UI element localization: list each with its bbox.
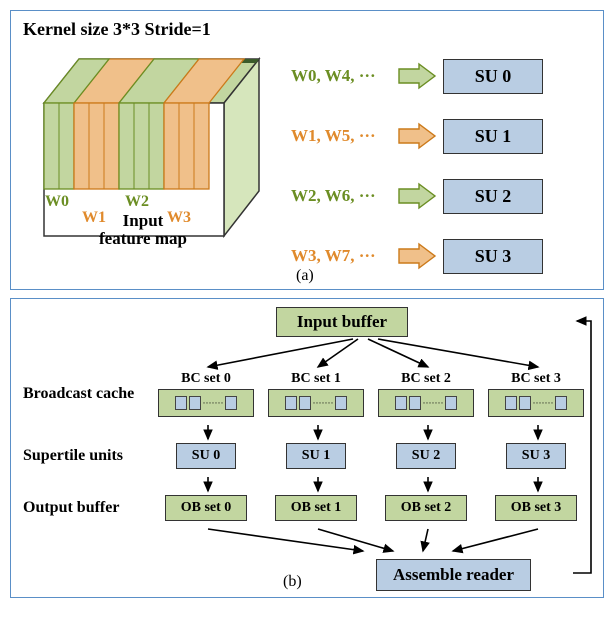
bc-box: ······· xyxy=(158,389,254,417)
ob-box: OB set 2 xyxy=(385,495,467,521)
bc-set-label: BC set 3 xyxy=(511,371,561,387)
input-feature-map-caption: Input feature map xyxy=(99,212,187,249)
arrow-icon xyxy=(397,181,437,211)
window-list: W0, W4, ··· xyxy=(291,66,401,86)
bc-set-label: BC set 1 xyxy=(291,371,341,387)
su-box: SU 3 xyxy=(443,239,543,274)
converge-arrows xyxy=(23,527,603,555)
output-buffer-label: Output buffer xyxy=(23,499,151,517)
input-buffer-box: Input buffer xyxy=(276,307,408,337)
bc-set-label: BC set 0 xyxy=(181,371,231,387)
arrow-icon xyxy=(397,61,437,91)
window-list: W3, W7, ··· xyxy=(291,246,401,266)
kernel-title: Kernel size 3*3 Stride=1 xyxy=(23,19,591,40)
panel-a: Kernel size 3*3 Stride=1 xyxy=(10,10,604,290)
su-box-small: SU 0 xyxy=(176,443,236,469)
ob-box: OB set 3 xyxy=(495,495,577,521)
subfig-b-label: (b) xyxy=(283,573,302,591)
panel-b: Input buffer Broadcast cache BC set 0 ··… xyxy=(10,298,604,598)
ob-box: OB set 0 xyxy=(165,495,247,521)
su-box: SU 1 xyxy=(443,119,543,154)
bc-set-label: BC set 2 xyxy=(401,371,451,387)
su-box-small: SU 3 xyxy=(506,443,566,469)
dispatch-row: W2, W6, ··· SU 2 xyxy=(291,171,543,221)
su-box: SU 2 xyxy=(443,179,543,214)
arrow-icon xyxy=(397,241,437,271)
ob-box: OB set 1 xyxy=(275,495,357,521)
dispatch-row: W1, W5, ··· SU 1 xyxy=(291,111,543,161)
bc-box: ······· xyxy=(268,389,364,417)
feature-map-cube: W0 W1 W2 W3 Input feature map xyxy=(29,41,289,261)
down-arrows xyxy=(23,423,603,443)
su-box-small: SU 1 xyxy=(286,443,346,469)
su-box: SU 0 xyxy=(443,59,543,94)
bc-box: ······· xyxy=(378,389,474,417)
down-arrows xyxy=(23,475,603,495)
window-list: W2, W6, ··· xyxy=(291,186,401,206)
dispatch-row: W3, W7, ··· SU 3 xyxy=(291,231,543,281)
w0-label: W0 xyxy=(45,193,69,210)
dispatch-row: W0, W4, ··· SU 0 xyxy=(291,51,543,101)
spread-arrows xyxy=(23,337,603,371)
broadcast-cache-label: Broadcast cache xyxy=(23,385,151,403)
subfig-a-label: (a) xyxy=(296,267,314,285)
supertile-units-label: Supertile units xyxy=(23,447,151,465)
w2-label: W2 xyxy=(125,193,149,210)
su-box-small: SU 2 xyxy=(396,443,456,469)
arrow-icon xyxy=(397,121,437,151)
assemble-reader-box: Assemble reader xyxy=(376,559,531,591)
dispatch-list: W0, W4, ··· SU 0 W1, W5, ··· SU 1 W2, W6… xyxy=(291,51,543,291)
feedback-arrow xyxy=(569,313,597,585)
window-list: W1, W5, ··· xyxy=(291,126,401,146)
